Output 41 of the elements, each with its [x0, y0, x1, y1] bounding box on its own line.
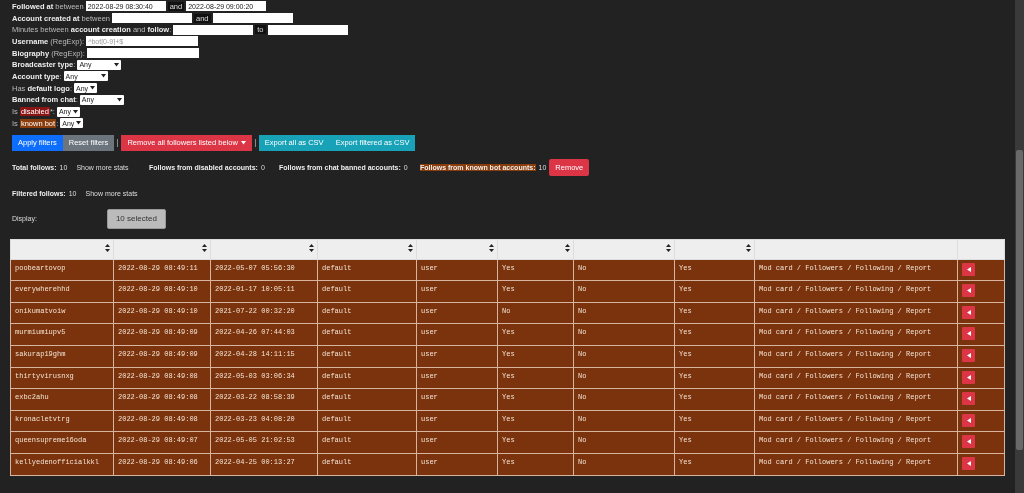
caret-icon	[966, 288, 971, 294]
caret-icon	[100, 74, 106, 79]
caret-icon	[72, 109, 78, 114]
remove-row-button[interactable]	[962, 348, 975, 362]
sort-icon	[202, 244, 207, 253]
caret-icon	[966, 309, 971, 315]
remove-row-button[interactable]	[962, 262, 975, 276]
remove-row-button[interactable]	[962, 327, 975, 341]
caret-icon	[966, 417, 971, 423]
sort-icon	[666, 244, 671, 253]
caret-icon	[966, 396, 971, 402]
caret-icon	[114, 62, 120, 67]
remove-row-button[interactable]	[962, 305, 975, 319]
remove-row-button[interactable]	[962, 413, 975, 427]
caret-icon	[966, 439, 971, 445]
from-field[interactable]	[173, 24, 254, 35]
caret-icon	[966, 374, 971, 380]
caret-icon	[966, 331, 971, 337]
remove-row-button[interactable]	[962, 435, 975, 449]
caret-icon	[966, 266, 971, 272]
remove-row-button[interactable]	[962, 392, 975, 406]
remove-row-button[interactable]	[962, 370, 975, 384]
caret-icon	[966, 460, 971, 466]
to-field[interactable]	[212, 13, 293, 24]
scrollbar-thumb[interactable]	[1016, 150, 1023, 450]
caret-icon	[116, 97, 122, 102]
sort-icon	[309, 244, 314, 253]
sort-icon	[746, 244, 751, 253]
caret-icon	[76, 121, 82, 126]
caret-icon	[90, 86, 96, 91]
sort-icon	[105, 244, 110, 253]
regexp-field[interactable]	[86, 48, 199, 59]
remove-row-button[interactable]	[962, 456, 975, 470]
caret-icon	[966, 352, 971, 358]
from-field[interactable]	[112, 13, 192, 24]
sort-icon	[408, 244, 413, 253]
remove-row-button[interactable]	[962, 284, 975, 298]
to-field[interactable]	[267, 24, 348, 35]
display-select-button[interactable]: 10 selected	[106, 208, 166, 229]
sort-icon	[565, 244, 570, 253]
sort-icon	[489, 244, 494, 253]
